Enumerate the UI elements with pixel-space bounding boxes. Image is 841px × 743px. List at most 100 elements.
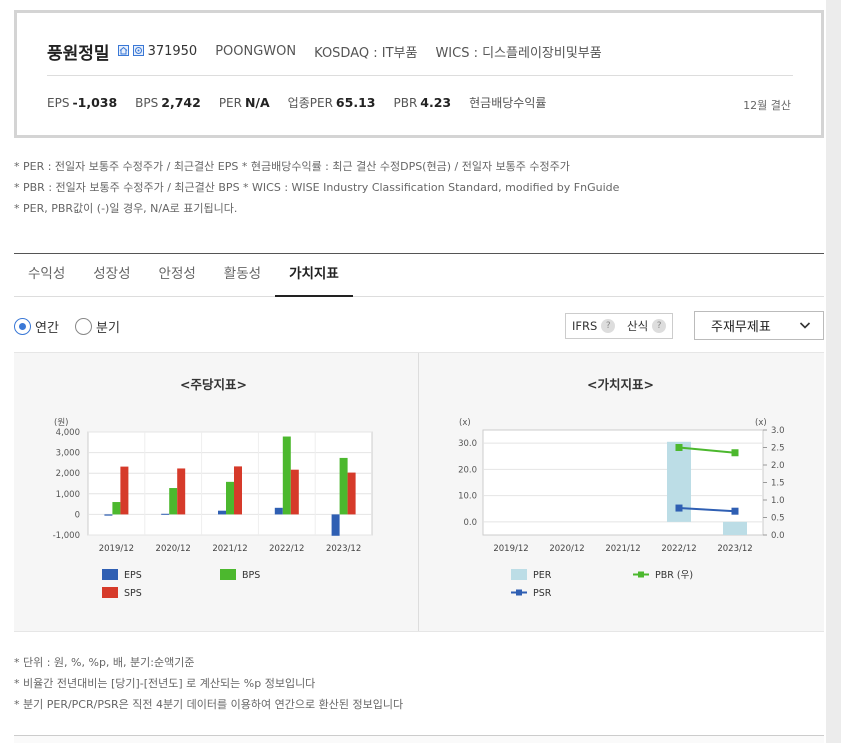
legend-swatch [102,569,118,580]
y-right-tick-label: 1.5 [771,479,785,489]
help-icon[interactable]: ? [601,319,616,333]
y-left-tick-label: 20.0 [458,465,477,475]
line-marker [675,444,683,451]
bar-bps [112,502,121,515]
bar-bps [282,436,291,515]
ifrs-label: IFRS [572,319,598,333]
tab-stability[interactable]: 안정성 [145,254,210,297]
line-marker [731,449,739,457]
y-left-tick-label: 30.0 [458,439,477,449]
bar-eps [218,510,226,515]
legend-marker [638,571,644,578]
y-right-tick-label: 2.0 [771,461,785,471]
x-tick-label: 2019/12 [493,544,528,554]
formula-label: 산식 [627,319,649,333]
market-sector: KOSDAQ : IT부품 [314,46,418,61]
statement-type-select[interactable]: 주재무제표 [694,311,824,340]
y-right-tick-label: 2.5 [771,444,785,454]
bar-eps [104,514,113,516]
radio-unselected-icon[interactable] [75,318,92,335]
y-left-tick-label: 0.0 [463,518,477,528]
legend-label: SPS [124,588,142,599]
legend-swatch [102,587,118,598]
bar-eps [331,514,340,536]
legend-label: BPS [242,570,260,581]
bar-eps [161,513,170,515]
radio-annual[interactable]: 연간 [14,317,59,336]
bar-sps [234,466,242,515]
ifrs-button[interactable]: IFRS ? [565,313,623,339]
legend-label: PSR [533,588,552,599]
tab-growth[interactable]: 성장성 [79,254,144,297]
plot-area [482,429,764,536]
ir-icon[interactable] [132,45,144,56]
metric-per: PER N/A [218,95,270,110]
note-line: * PBR : 전일자 보통주 수정주가 / 최근결산 BPS * WICS :… [14,181,620,194]
help-icon[interactable]: ? [652,319,667,333]
x-tick-label: 2020/12 [156,544,191,554]
bar-sps [290,469,299,515]
wics-sector: WICS : 디스플레이장비및부품 [435,46,602,61]
metric-eps: EPS -1,038 [47,95,118,110]
legend-label: EPS [124,570,142,581]
y-axis-unit: (원) [54,418,68,428]
y-tick-label: 1,000 [56,490,80,500]
metric-dividend-yield: 현금배당수익률 [469,96,547,110]
metric-bps: BPS 2,742 [135,95,201,110]
select-value: 주재무제표 [711,320,771,335]
definition-notes: * PER : 전일자 보통주 수정주가 / 최근결산 EPS * 현금배당수익… [14,156,619,219]
x-tick-label: 2019/12 [99,544,134,554]
y-tick-label: 4,000 [56,428,80,438]
bar-per [723,521,747,535]
chart-controls: 연간 분기 IFRS ? 산식 ? 주재무제표 [14,311,824,341]
tab-activity[interactable]: 활동성 [210,254,275,297]
metric-pbr: PBR 4.23 [393,95,452,110]
charts-panel: <주당지표> <가치지표> 4,000 3,000 2,000 1,000 0 -1,00… [14,352,824,632]
formula-button[interactable]: 산식 ? [621,313,674,339]
legend-label: PER [533,570,552,581]
chevron-down-icon [799,322,811,329]
radio-quarter[interactable]: 분기 [75,317,120,336]
divider [47,75,793,76]
y-tick-label: 0 [75,510,80,520]
bar-eps [274,507,283,515]
legend-swatch [220,569,236,580]
key-metrics: EPS -1,038 BPS 2,742 PER N/A 업종PER 65.13 PBR… [47,94,567,111]
indicator-tabs: 수익성 성장성 안정성 활동성 가치지표 [14,254,824,297]
y-left-tick-label: 10.0 [458,492,477,502]
bar-bps [169,488,178,515]
x-tick-label: 2021/12 [212,544,247,554]
line-marker [731,507,739,515]
radio-annual-label: 연간 [35,321,59,336]
company-english-name: POONGWON [215,44,297,59]
company-summary: 풍원정밀 371950 POONGWON KOSDAQ : IT부품 WICS … [14,10,824,138]
tab-valuation[interactable]: 가치지표 [275,254,353,297]
x-tick-label: 2021/12 [605,544,640,554]
x-tick-label: 2023/12 [717,544,752,554]
y-right-tick-label: 3.0 [771,426,785,436]
home-icon[interactable] [117,45,129,56]
bottom-table-edge [14,735,824,743]
note-line: * PER, PBR값이 (-)일 경우, N/A로 표기됩니다. [14,202,238,215]
footnote-line: * 분기 PER/PCR/PSR은 직전 4분기 데이터를 이용하여 연간으로 … [14,698,404,711]
legend-label: PBR (우) [655,570,693,581]
x-tick-label: 2022/12 [269,544,304,554]
valuation-chart: 30.0 20.0 10.0 0.0 3.0 2.5 2.0 1.5 1.0 0.5 0.0 (x) (… [458,418,785,599]
x-tick-label: 2020/12 [549,544,584,554]
legend-marker [516,589,522,596]
y-right-tick-label: 0.5 [771,514,785,524]
y-right-tick-label: 1.0 [771,496,785,506]
bar-sps [347,472,356,515]
bar-bps [226,481,234,515]
radio-selected-icon[interactable] [14,318,31,335]
x-tick-label: 2023/12 [326,544,361,554]
y-right-axis-unit: (x) [755,418,767,428]
stock-code: 371950 [147,44,198,59]
metric-industry-per: 업종PER 65.13 [287,95,376,110]
bar-bps [339,457,348,515]
note-line: * PER : 전일자 보통주 수정주가 / 최근결산 EPS * 현금배당수익… [14,160,570,173]
tab-profitability[interactable]: 수익성 [14,254,79,297]
line-marker [675,504,683,512]
company-name: 풍원정밀 [47,44,110,64]
per-share-chart: 4,000 3,000 2,000 1,000 0 -1,000 (원) 2019/12 202… [53,418,373,599]
